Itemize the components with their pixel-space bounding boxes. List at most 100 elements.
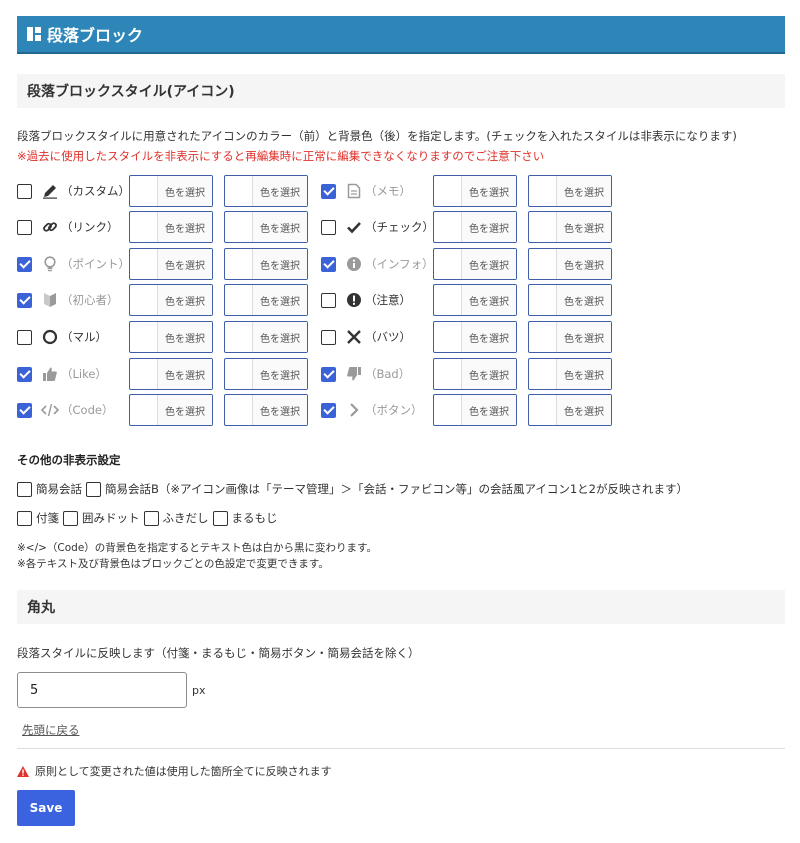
page-header: 段落ブロック: [17, 16, 785, 54]
background-color-picker[interactable]: 色を選択: [224, 394, 308, 426]
option-label: 付箋: [36, 511, 59, 525]
picker-label: 色を選択: [253, 212, 307, 242]
color-swatch: [130, 285, 158, 315]
picker-label: 色を選択: [462, 395, 516, 425]
style-row: （マル） 色を選択 色を選択 （バツ） 色を選択 色を選択: [17, 321, 637, 353]
icon-color-picker[interactable]: 色を選択: [129, 358, 213, 390]
link-icon: [41, 218, 59, 236]
other-options-line-2: 付箋 囲みドット ふきだし まるもじ: [17, 510, 282, 526]
icon-color-picker[interactable]: 色を選択: [129, 175, 213, 207]
color-swatch: [529, 395, 557, 425]
corner-radius-input[interactable]: [17, 672, 187, 708]
icon-color-picker[interactable]: 色を選択: [433, 284, 517, 316]
style-label: （インフォ）: [365, 257, 434, 271]
hide-style-checkbox[interactable]: [321, 402, 336, 418]
checkbox-speech-bubble[interactable]: [143, 510, 159, 526]
checkbox-circle-letter[interactable]: [212, 510, 228, 526]
picker-label: 色を選択: [253, 176, 307, 206]
background-color-picker[interactable]: 色を選択: [224, 358, 308, 390]
color-swatch: [130, 176, 158, 206]
hide-style-checkbox[interactable]: [17, 292, 32, 308]
icon-color-picker[interactable]: 色を選択: [129, 394, 213, 426]
color-swatch: [529, 212, 557, 242]
hide-style-checkbox[interactable]: [321, 256, 336, 272]
style-option: （ポイント）: [17, 248, 130, 280]
hide-style-checkbox[interactable]: [17, 183, 32, 199]
style-option: （メモ）: [321, 175, 411, 207]
background-color-picker[interactable]: 色を選択: [528, 248, 612, 280]
save-button[interactable]: Save: [17, 790, 75, 826]
style-label: （カスタム）: [61, 184, 130, 198]
picker-label: 色を選択: [462, 176, 516, 206]
background-color-picker[interactable]: 色を選択: [528, 321, 612, 353]
hide-style-checkbox[interactable]: [17, 219, 32, 235]
checkbox-sticky-note[interactable]: [17, 510, 32, 526]
lightbulb-icon: [41, 255, 59, 273]
background-color-picker[interactable]: 色を選択: [224, 284, 308, 316]
checkbox-dotted-box[interactable]: [63, 510, 78, 526]
background-color-picker[interactable]: 色を選択: [224, 321, 308, 353]
exclamation-icon: [345, 291, 363, 309]
background-color-picker[interactable]: 色を選択: [224, 211, 308, 243]
picker-label: 色を選択: [158, 359, 212, 389]
hide-style-checkbox[interactable]: [321, 183, 336, 199]
hide-style-checkbox[interactable]: [321, 292, 336, 308]
hide-style-checkbox[interactable]: [321, 329, 336, 345]
background-color-picker[interactable]: 色を選択: [528, 175, 612, 207]
color-swatch: [225, 395, 253, 425]
color-swatch: [434, 285, 462, 315]
option-label: まるもじ: [231, 511, 278, 525]
icon-color-picker[interactable]: 色を選択: [129, 284, 213, 316]
style-option: （注意）: [321, 284, 411, 316]
notice: 原則として変更された値は使用した箇所全てに反映されます: [17, 763, 332, 779]
picker-label: 色を選択: [158, 322, 212, 352]
picker-label: 色を選択: [462, 249, 516, 279]
cross-icon: [345, 328, 363, 346]
style-row: （ポイント） 色を選択 色を選択 （インフォ） 色を選択 色を選択: [17, 248, 637, 280]
icon-color-picker[interactable]: 色を選択: [433, 248, 517, 280]
code-color-note: ※</>（Code）の背景色を指定するとテキスト色は白から黒に変わります。: [17, 542, 377, 554]
option-label: 簡易会話B（※アイコン画像は「テーマ管理」＞「会話・ファビコン等」の会話風アイコ…: [105, 482, 689, 496]
icon-color-picker[interactable]: 色を選択: [433, 211, 517, 243]
styles-warning: ※過去に使用したスタイルを非表示にすると再編集時に正常に編集できなくなりますので…: [17, 149, 545, 163]
hide-style-checkbox[interactable]: [17, 256, 32, 272]
hide-style-checkbox[interactable]: [321, 219, 336, 235]
icon-color-picker[interactable]: 色を選択: [129, 321, 213, 353]
hide-style-checkbox[interactable]: [17, 366, 32, 382]
picker-label: 色を選択: [253, 359, 307, 389]
icon-color-picker[interactable]: 色を選択: [433, 394, 517, 426]
back-to-top-link[interactable]: 先頭に戻る: [22, 722, 80, 738]
icon-color-picker[interactable]: 色を選択: [433, 175, 517, 207]
option-label: 囲みドット: [82, 511, 140, 525]
icon-color-picker[interactable]: 色を選択: [433, 321, 517, 353]
hide-style-checkbox[interactable]: [17, 402, 32, 418]
picker-label: 色を選択: [158, 176, 212, 206]
icon-color-picker[interactable]: 色を選択: [129, 211, 213, 243]
style-label: （メモ）: [365, 184, 411, 198]
picker-label: 色を選択: [557, 212, 611, 242]
icon-color-picker[interactable]: 色を選択: [129, 248, 213, 280]
background-color-picker[interactable]: 色を選択: [224, 175, 308, 207]
style-row: （カスタム） 色を選択 色を選択 （メモ） 色を選択 色を選択: [17, 175, 637, 207]
background-color-picker[interactable]: 色を選択: [528, 394, 612, 426]
background-color-picker[interactable]: 色を選択: [528, 358, 612, 390]
checkbox-simple-chat-b[interactable]: [86, 481, 101, 497]
styles-description: 段落ブロックスタイルに用意されたアイコンのカラー（前）と背景色（後）を指定します…: [17, 129, 737, 143]
color-swatch: [130, 359, 158, 389]
hide-style-checkbox[interactable]: [17, 329, 32, 345]
style-row: （Code） 色を選択 色を選択 （ボタン） 色を選択 色を選択: [17, 394, 637, 426]
circle-icon: [41, 328, 59, 346]
icon-color-picker[interactable]: 色を選択: [433, 358, 517, 390]
background-color-picker[interactable]: 色を選択: [224, 248, 308, 280]
hide-style-checkbox[interactable]: [321, 366, 336, 382]
option-label: ふきだし: [162, 511, 209, 525]
style-row: （リンク） 色を選択 色を選択 （チェック） 色を選択 色を選択: [17, 211, 637, 243]
picker-label: 色を選択: [557, 285, 611, 315]
picker-label: 色を選択: [253, 322, 307, 352]
checkbox-simple-chat[interactable]: [17, 481, 32, 497]
rounded-description: 段落スタイルに反映します（付箋・まるもじ・簡易ボタン・簡易会話を除く）: [17, 646, 420, 660]
color-swatch: [529, 359, 557, 389]
background-color-picker[interactable]: 色を選択: [528, 284, 612, 316]
color-swatch: [225, 212, 253, 242]
background-color-picker[interactable]: 色を選択: [528, 211, 612, 243]
